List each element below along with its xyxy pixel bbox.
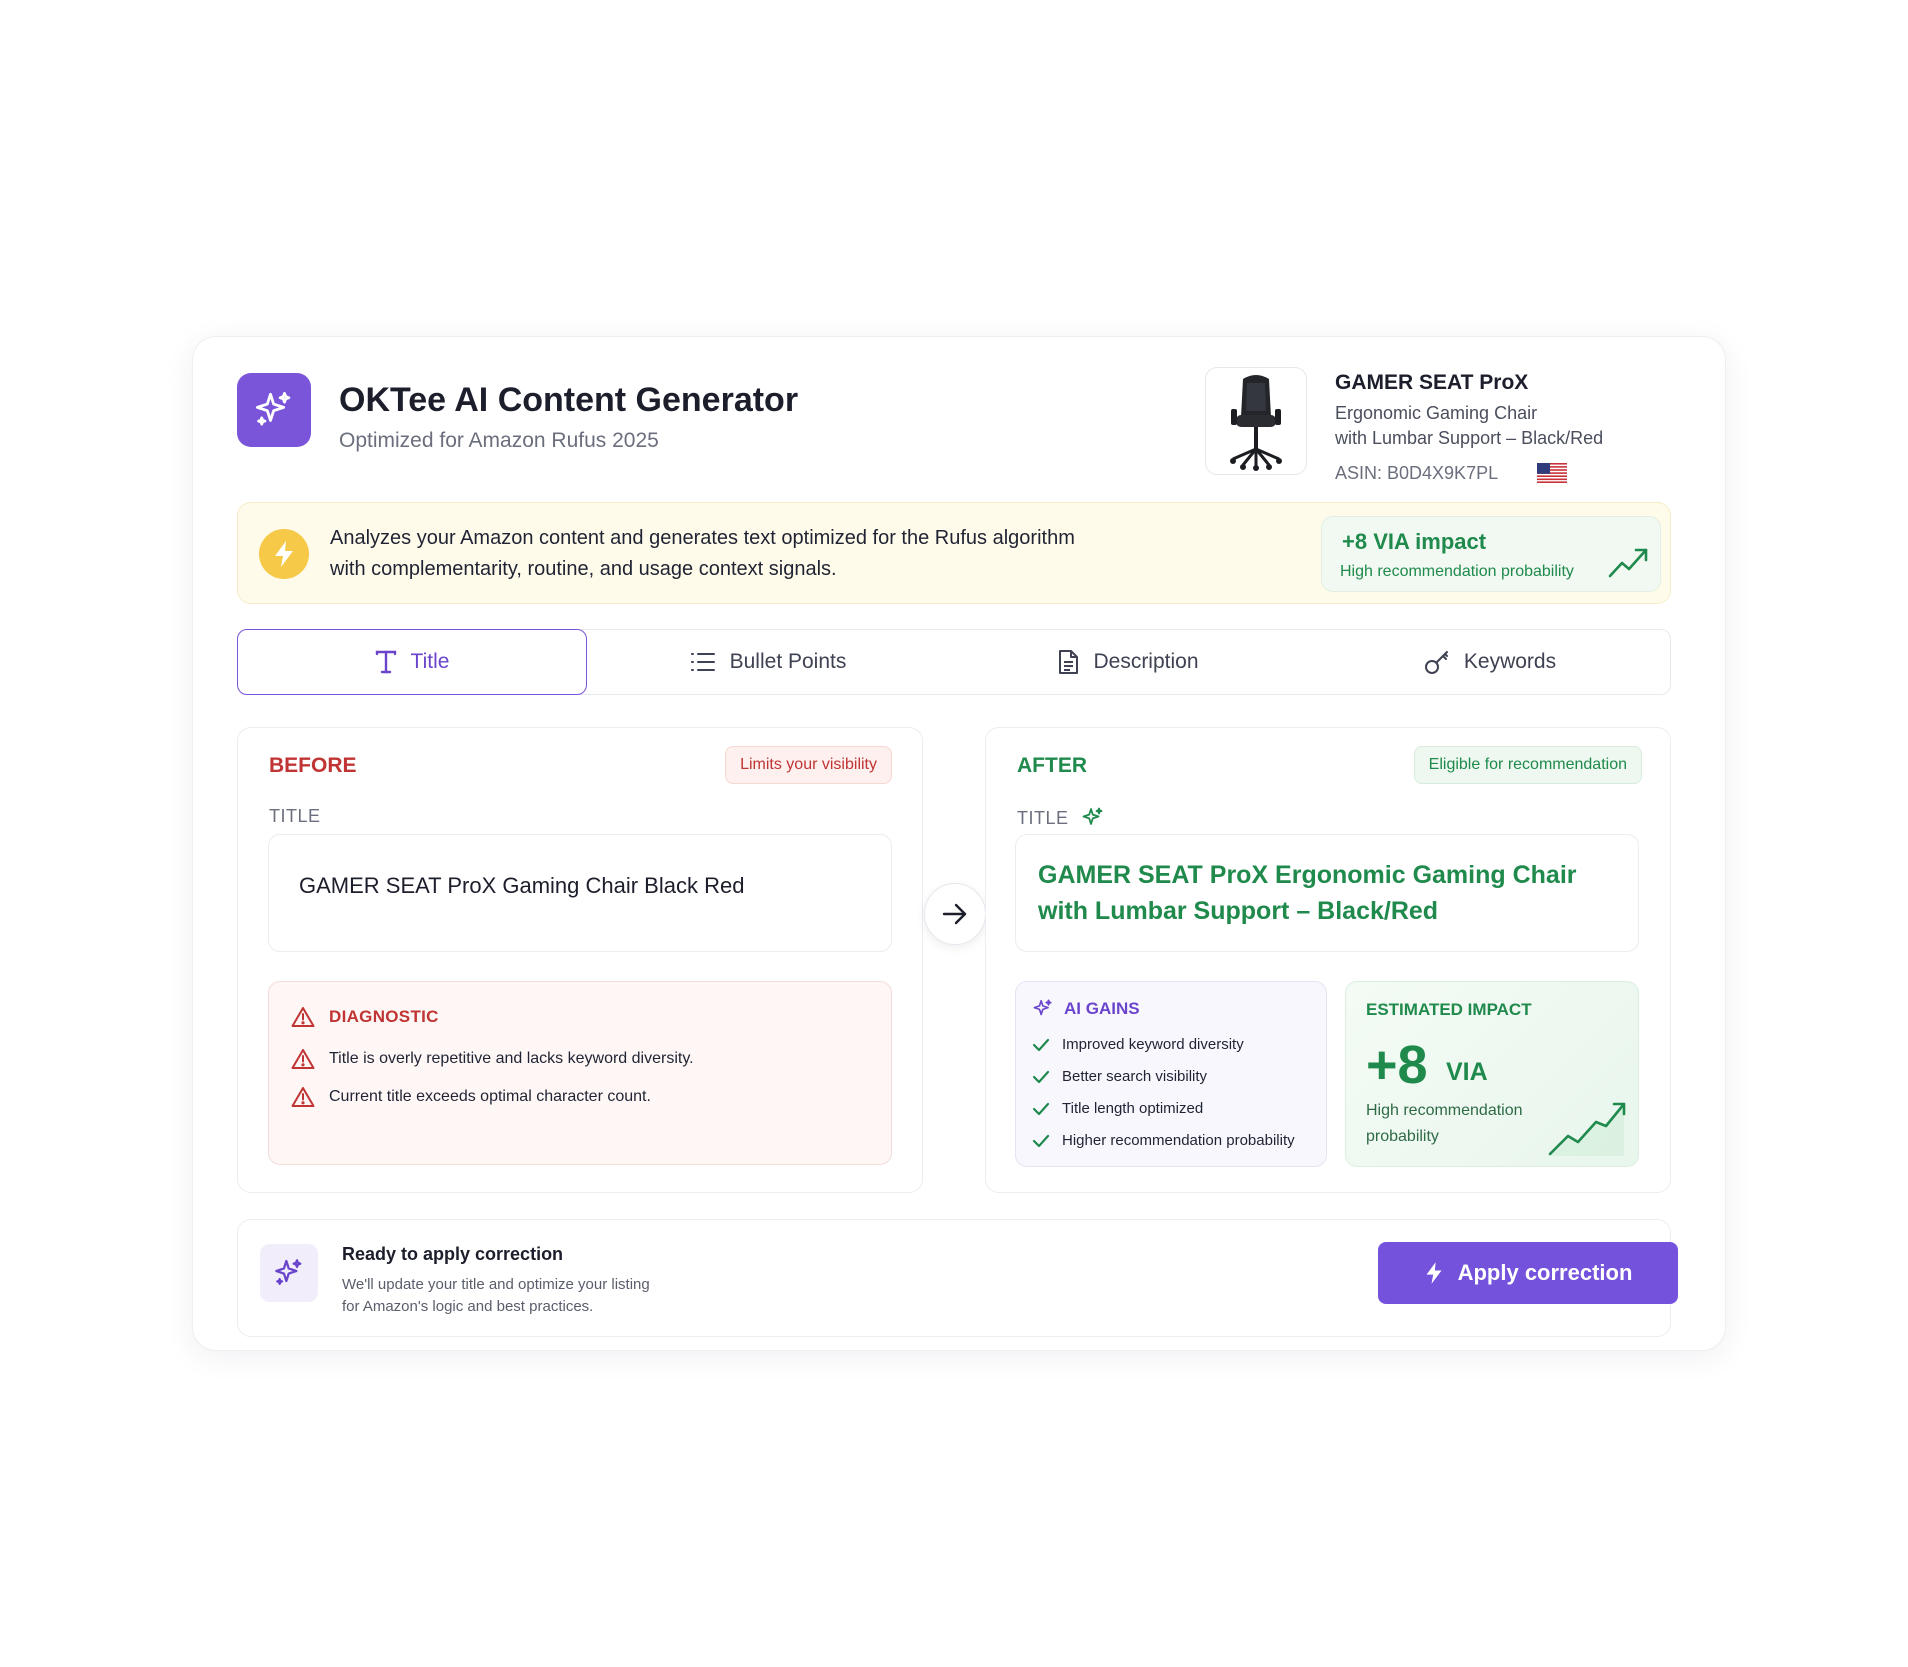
ai-gains-header: AI GAINS — [1032, 998, 1140, 1020]
banner-text: Analyzes your Amazon content and generat… — [330, 527, 1075, 549]
tab-label: Description — [1093, 650, 1199, 673]
info-banner: Analyzes your Amazon content and generat… — [237, 502, 1671, 604]
arrow-right-button[interactable] — [924, 883, 986, 945]
check-icon — [1032, 1134, 1050, 1147]
tab-bullet-points[interactable]: Bullet Points — [588, 629, 948, 695]
optimized-title-text: GAMER SEAT ProX Ergonomic Gaming Chair w… — [1015, 834, 1639, 952]
product-asin: ASIN: B0D4X9K7PL — [1335, 463, 1499, 483]
gain-item: Title length optimized — [1032, 1100, 1203, 1117]
apply-correction-label: Apply correction — [1457, 1260, 1633, 1285]
diagnostic-text: Current title exceeds optimal character … — [329, 1088, 651, 1105]
diagnostic-header: DIAGNOSTIC — [291, 1006, 439, 1028]
gain-item: Better search visibility — [1032, 1068, 1207, 1085]
diagnostic-box: DIAGNOSTIC Title is overly repetitive an… — [268, 981, 892, 1165]
warning-icon — [291, 1007, 315, 1027]
via-impact-label: High recommendation probability — [1340, 563, 1574, 580]
estimated-impact-box: ESTIMATED IMPACT +8 VIA High recommendat… — [1345, 981, 1639, 1167]
sparkles-icon — [237, 373, 311, 447]
app-title: OKTee AI Content Generator — [339, 381, 799, 419]
document-icon — [1059, 650, 1079, 674]
sparkles-icon — [260, 1244, 318, 1302]
product-image — [1205, 367, 1307, 475]
before-heading: BEFORE — [269, 754, 357, 777]
trend-up-icon — [1548, 1102, 1626, 1156]
diagnostic-text: Title is overly repetitive and lacks key… — [329, 1050, 694, 1067]
apply-correction-footer: Ready to apply correction We'll update y… — [237, 1219, 1678, 1337]
gain-text: Higher recommendation probability — [1062, 1132, 1295, 1149]
field-label: TITLE — [1017, 807, 1069, 828]
footer-description: for Amazon's logic and best practices. — [342, 1298, 594, 1315]
after-heading: AFTER — [1017, 754, 1087, 777]
via-impact-value: +8 VIA impact — [1342, 529, 1487, 554]
check-icon — [1032, 1038, 1050, 1051]
diagnostic-item: Current title exceeds optimal character … — [291, 1086, 651, 1108]
banner-text: with complementarity, routine, and usage… — [330, 558, 837, 580]
us-flag-icon — [1537, 463, 1567, 483]
tab-label: Keywords — [1463, 650, 1557, 673]
estimated-impact-unit: VIA — [1446, 1058, 1488, 1086]
trend-up-icon — [1608, 548, 1648, 578]
tab-label: Title — [410, 650, 450, 673]
estimated-impact-label: probability — [1366, 1128, 1439, 1145]
sparkles-icon — [1082, 807, 1102, 825]
lightning-icon — [259, 529, 309, 579]
ai-gains-box: AI GAINS Improved keyword diversity Bett… — [1015, 981, 1327, 1167]
gain-text: Better search visibility — [1062, 1068, 1208, 1085]
arrow-right-icon — [942, 903, 967, 925]
warning-icon — [291, 1049, 315, 1069]
original-title-text: GAMER SEAT ProX Gaming Chair Black Red — [268, 834, 892, 952]
list-icon — [690, 653, 715, 671]
field-label-row: TITLE — [1017, 806, 1105, 830]
content-generator-card: OKTee AI Content Generator Optimized for… — [192, 336, 1726, 1351]
via-impact-summary: +8 VIA impact High recommendation probab… — [1321, 516, 1661, 592]
app-subtitle: Optimized for Amazon Rufus 2025 — [339, 429, 659, 452]
tab-keywords[interactable]: Keywords — [1308, 629, 1672, 695]
after-panel: AFTER Eligible for recommendation TITLE … — [985, 727, 1671, 1193]
estimated-impact-value: +8 — [1366, 1035, 1428, 1095]
visibility-warning-badge: Limits your visibility — [725, 746, 892, 784]
gain-item: Improved keyword diversity — [1032, 1036, 1244, 1053]
estimated-impact-label: High recommendation — [1366, 1102, 1523, 1119]
diagnostic-title: DIAGNOSTIC — [329, 1007, 439, 1026]
product-name: GAMER SEAT ProX — [1335, 371, 1529, 394]
estimated-impact-title: ESTIMATED IMPACT — [1366, 1000, 1532, 1019]
tab-label: Bullet Points — [729, 650, 847, 673]
gain-item: Higher recommendation probability — [1032, 1132, 1295, 1149]
apply-correction-button[interactable]: Apply correction — [1378, 1242, 1678, 1304]
optimized-title-line: with Lumbar Support – Black/Red — [1038, 897, 1439, 925]
warning-icon — [291, 1087, 315, 1107]
content-tabs: Title Bullet Points Description Keywords — [237, 629, 1671, 695]
recommendation-eligible-badge: Eligible for recommendation — [1413, 746, 1642, 784]
footer-title: Ready to apply correction — [342, 1244, 564, 1264]
lightning-icon — [1426, 1262, 1442, 1284]
ai-gains-title: AI GAINS — [1064, 999, 1140, 1018]
tab-title[interactable]: Title — [237, 629, 587, 695]
text-icon — [375, 650, 396, 674]
diagnostic-item: Title is overly repetitive and lacks key… — [291, 1048, 694, 1070]
footer-description: We'll update your title and optimize you… — [342, 1276, 650, 1293]
tab-description[interactable]: Description — [948, 629, 1308, 695]
sparkles-icon — [1033, 999, 1052, 1016]
optimized-title-line: GAMER SEAT ProX Ergonomic Gaming Chair — [1038, 861, 1577, 889]
product-description: Ergonomic Gaming Chair — [1335, 403, 1538, 423]
gain-text: Improved keyword diversity — [1062, 1036, 1244, 1053]
check-icon — [1032, 1102, 1050, 1115]
gain-text: Title length optimized — [1062, 1100, 1204, 1117]
product-description: with Lumbar Support – Black/Red — [1335, 428, 1604, 448]
before-panel: BEFORE Limits your visibility TITLE GAME… — [237, 727, 923, 1193]
check-icon — [1032, 1070, 1050, 1083]
key-icon — [1424, 651, 1448, 674]
field-label: TITLE — [269, 806, 321, 826]
